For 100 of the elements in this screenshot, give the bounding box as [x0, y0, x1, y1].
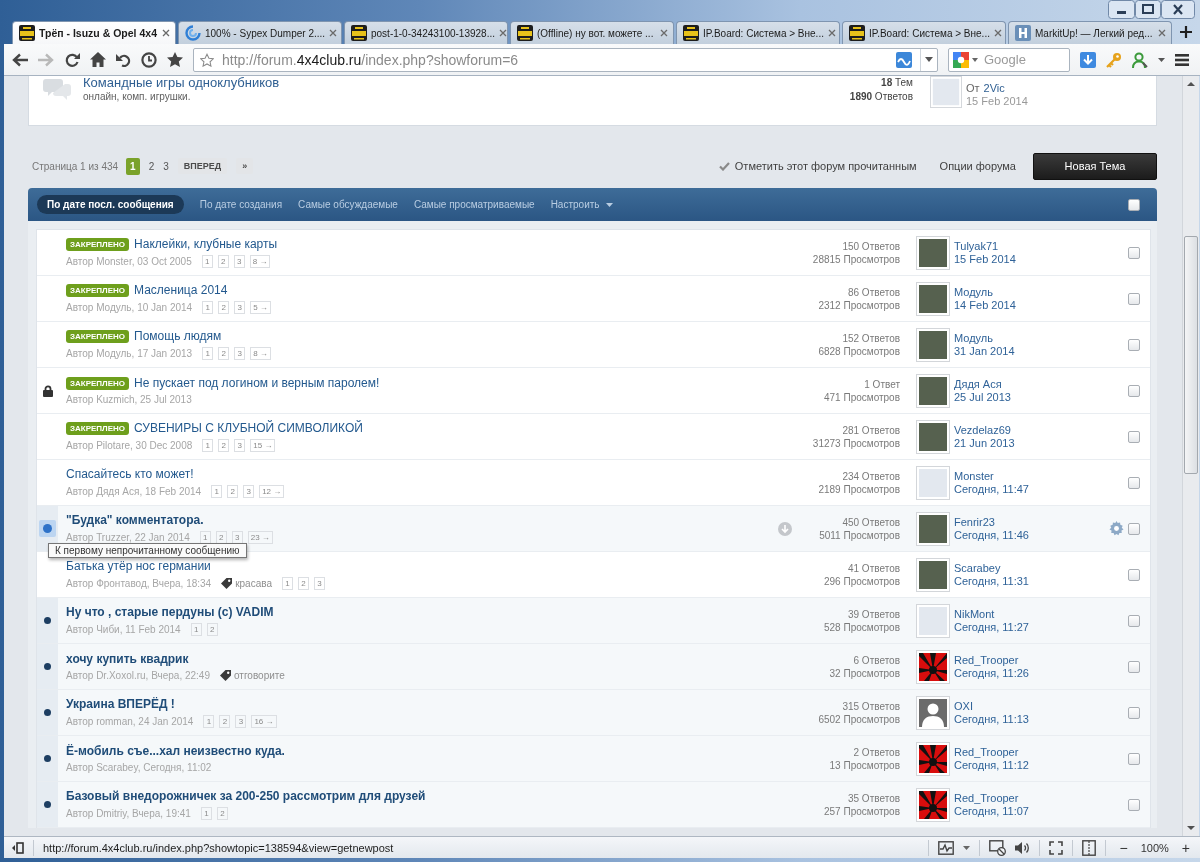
topic-title[interactable]: Украина ВПЕРЁД ! [66, 697, 175, 712]
topic-checkbox[interactable] [1128, 246, 1140, 259]
topic-title[interactable]: Помощь людям [134, 329, 222, 344]
page-link[interactable]: 8 → [250, 347, 271, 360]
topic-checkbox[interactable] [1128, 752, 1140, 765]
poster-link[interactable]: OXI [954, 699, 973, 713]
tag-link[interactable]: отговорите [219, 670, 285, 681]
home-icon[interactable] [90, 52, 106, 67]
page-link[interactable]: 2 [217, 255, 229, 268]
back-arrow-icon[interactable] [12, 52, 28, 67]
speaker-icon[interactable] [1015, 840, 1031, 855]
topic-title[interactable]: хочу купить квадрик [66, 652, 189, 667]
menu-icon[interactable] [1175, 53, 1189, 66]
page-link[interactable]: 2 [218, 439, 230, 452]
poster-link[interactable]: Red_Trooper [954, 791, 1019, 805]
avatar-placeholder[interactable] [916, 281, 950, 316]
scrollbar-thumb[interactable] [1184, 236, 1198, 474]
page-link[interactable]: 2 [218, 301, 230, 314]
page-link[interactable]: 1 [202, 347, 214, 360]
page-link[interactable]: 1 [202, 301, 214, 314]
page-link[interactable]: 3 [234, 439, 246, 452]
close-icon[interactable] [660, 29, 668, 37]
forum-options-link[interactable]: Опции форума [939, 160, 1016, 172]
caret-icon[interactable] [1158, 57, 1165, 62]
topic-title[interactable]: Батька утёр нос германии [66, 559, 211, 574]
last-post-date[interactable]: 15 Feb 2014 [954, 252, 1016, 266]
page-link[interactable]: 12 → [259, 485, 285, 498]
browser-tab[interactable]: MarkitUp! — Легкий ред... [1008, 21, 1172, 44]
sort-tab[interactable]: По дате посл. сообщения [37, 195, 184, 214]
fullscreen-icon[interactable] [1049, 840, 1064, 855]
topic-checkbox[interactable] [1128, 706, 1140, 719]
avatar-placeholder[interactable] [916, 327, 950, 362]
topic-checkbox[interactable] [1128, 476, 1140, 489]
panel-icon[interactable] [12, 841, 24, 854]
last-post-date[interactable]: Сегодня, 11:26 [954, 666, 1029, 680]
poster-link[interactable]: Monster [954, 469, 994, 483]
unread-marker-icon[interactable] [39, 520, 56, 537]
star-icon[interactable] [167, 52, 183, 67]
browser-tab[interactable]: IP.Board: Система > Вне... [676, 21, 840, 44]
topic-title[interactable]: Наклейки, клубные карты [134, 237, 278, 252]
page-link[interactable]: 23 → [247, 531, 273, 544]
avatar-placeholder[interactable] [916, 373, 950, 408]
page-link[interactable]: 2 [227, 485, 239, 498]
topic-checkbox[interactable] [1128, 292, 1140, 305]
mark-read-link[interactable]: Отметить этот форум прочитанным [718, 160, 917, 172]
page-link[interactable]: 3 [234, 301, 246, 314]
page-link[interactable]: 16 → [251, 715, 277, 728]
split-view-icon[interactable] [1082, 839, 1097, 856]
sunburst-avatar[interactable] [916, 741, 950, 776]
star-icon[interactable] [200, 52, 214, 67]
last-post-date[interactable]: 25 Jul 2013 [954, 390, 1011, 404]
page-link[interactable]: 1 [203, 715, 215, 728]
page-link[interactable]: 3 [235, 715, 247, 728]
browser-tab[interactable]: 100% - Sypex Dumper 2.... [178, 21, 342, 44]
close-icon[interactable] [329, 29, 338, 37]
close-icon[interactable] [499, 29, 507, 37]
topic-checkbox[interactable] [1128, 522, 1140, 535]
page-link[interactable]: 1 [211, 485, 223, 498]
topic-title[interactable]: Масленица 2014 [134, 283, 228, 298]
select-all-checkbox[interactable] [1128, 198, 1140, 211]
poster-link[interactable]: NikMont [954, 607, 995, 621]
page-link[interactable]: 3 [233, 255, 245, 268]
topic-title[interactable]: Спасайтесь кто может! [66, 467, 194, 482]
last-post-date[interactable]: 21 Jun 2013 [954, 436, 1015, 450]
zoom-in-button[interactable]: + [1177, 839, 1194, 856]
topic-checkbox[interactable] [1128, 384, 1140, 397]
topic-checkbox[interactable] [1128, 338, 1140, 351]
browser-tab[interactable]: Трёп - Isuzu & Opel 4x4 [12, 21, 176, 44]
page-link[interactable]: 2 [219, 715, 231, 728]
avatar-placeholder[interactable] [916, 557, 950, 592]
avatar-placeholder[interactable] [916, 235, 950, 270]
page-link[interactable]: 1 [201, 255, 213, 268]
last-page-button[interactable]: » [236, 158, 254, 174]
caret-icon[interactable] [963, 845, 971, 850]
topic-title[interactable]: СУВЕНИРЫ С КЛУБНОЙ СИМВОЛИКОЙ [134, 421, 363, 436]
minimize-icon[interactable] [1108, 0, 1135, 19]
page-link[interactable]: 2 [206, 623, 218, 636]
topic-checkbox[interactable] [1128, 568, 1140, 581]
topic-checkbox[interactable] [1128, 660, 1140, 673]
poster-link[interactable]: Vezdelaz69 [954, 423, 1011, 437]
last-post-date[interactable]: Сегодня, 11:31 [954, 574, 1029, 588]
topic-title[interactable]: Базовый внедорожничек за 200-250 рассмотрим для друзей [66, 789, 426, 804]
topic-checkbox[interactable] [1128, 614, 1140, 627]
page-link[interactable]: 3 [163, 157, 169, 175]
wave-icon[interactable] [896, 51, 912, 68]
poster-link[interactable]: Tulyak71 [954, 239, 999, 253]
avatar-silhouette[interactable] [916, 695, 950, 730]
topic-title[interactable]: Ё-мобиль съе...хал неизвестно куда. [66, 744, 285, 759]
close-icon[interactable] [162, 29, 170, 37]
avatar-placeholder[interactable] [916, 511, 950, 546]
browser-tab[interactable]: IP.Board: Система > Вне... [842, 21, 1006, 44]
dot-icon[interactable] [44, 617, 51, 624]
screen-blocked-icon[interactable] [989, 839, 1007, 856]
close-icon[interactable] [1161, 0, 1195, 19]
undo-icon[interactable] [116, 52, 131, 67]
last-post-date[interactable]: Сегодня, 11:07 [954, 804, 1029, 818]
dot-icon[interactable] [44, 709, 51, 716]
page-link[interactable]: 3 [314, 577, 325, 590]
page-link[interactable]: 3 [234, 347, 246, 360]
page-link[interactable]: 1 [190, 623, 202, 636]
